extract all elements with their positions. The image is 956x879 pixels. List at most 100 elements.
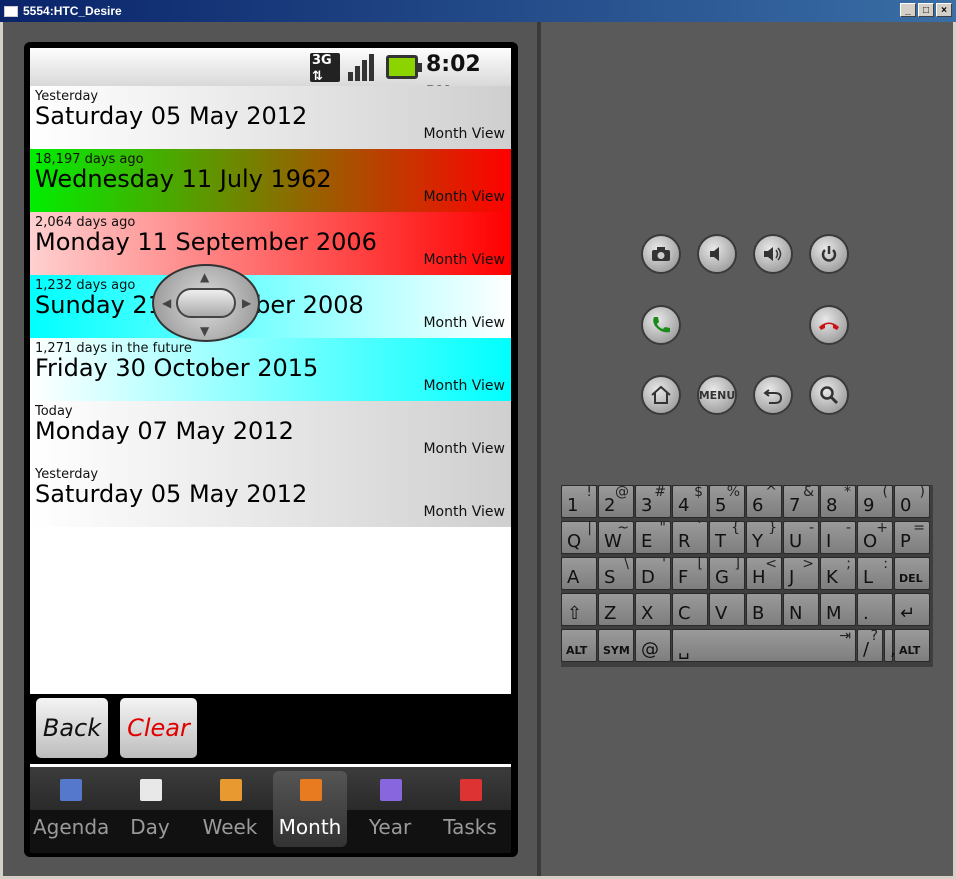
- dpad-center-button[interactable]: [176, 288, 236, 318]
- key-secondary-label: }: [768, 520, 777, 536]
- minimize-button[interactable]: _: [900, 3, 916, 17]
- key-4[interactable]: 4 $: [672, 484, 708, 518]
- key-label: G: [715, 567, 729, 588]
- call-icon: [653, 317, 670, 333]
- date-list-item[interactable]: 1,271 days in the future Friday 30 Octobe…: [30, 338, 511, 401]
- date-list-item[interactable]: 2,064 days ago Monday 11 September 2006 Mo…: [30, 212, 511, 275]
- month-view-link[interactable]: Month View: [423, 378, 505, 394]
- day-icon: [140, 779, 162, 801]
- search-hw-button[interactable]: [809, 375, 849, 415]
- menu-button[interactable]: MENU: [697, 375, 737, 415]
- end-call-button[interactable]: [809, 305, 849, 345]
- key-h[interactable]: H <: [746, 556, 782, 590]
- key-r[interactable]: R `: [672, 520, 708, 554]
- dpad-right-icon[interactable]: ▶: [242, 296, 251, 310]
- key-at[interactable]: @: [635, 629, 671, 662]
- key-label: DEL: [899, 572, 923, 585]
- tab-agenda[interactable]: Agenda: [33, 767, 109, 853]
- key-secondary-label: \: [624, 556, 629, 572]
- key-label: H: [752, 567, 766, 588]
- key-u[interactable]: U-: [783, 520, 819, 554]
- key-7[interactable]: 7 &: [783, 484, 819, 518]
- date-list-item[interactable]: 18,197 days ago Wednesday 11 July 1962 Mon…: [30, 149, 511, 212]
- agenda-icon: [60, 779, 82, 801]
- key-j[interactable]: J >: [783, 556, 819, 590]
- alt-key-right[interactable]: ALT: [894, 629, 930, 662]
- key-6[interactable]: 6 ^: [746, 484, 782, 518]
- key-0[interactable]: 0): [894, 484, 930, 518]
- key-n[interactable]: N: [783, 593, 819, 626]
- volume-up-button[interactable]: [753, 234, 793, 274]
- key-5[interactable]: 5%: [709, 484, 745, 518]
- key-x[interactable]: X: [635, 593, 671, 626]
- key-c[interactable]: C: [672, 593, 708, 626]
- month-view-link[interactable]: Month View: [423, 504, 505, 520]
- key-f[interactable]: F[: [672, 556, 708, 590]
- key-y[interactable]: Y}: [746, 520, 782, 554]
- key-k[interactable]: K;: [820, 556, 856, 590]
- back-hw-button[interactable]: [753, 375, 793, 415]
- tab-month[interactable]: Month: [273, 771, 347, 847]
- key-label: /: [863, 639, 870, 660]
- window-titlebar: 5554:HTC_Desire _ □ ×: [0, 0, 956, 22]
- month-view-link[interactable]: Month View: [423, 189, 505, 205]
- shift-key[interactable]: ⇧: [561, 593, 597, 626]
- month-view-link[interactable]: Month View: [423, 441, 505, 457]
- key-o[interactable]: O +: [857, 520, 893, 554]
- delete-key[interactable]: DEL: [894, 557, 930, 590]
- key-b[interactable]: B: [746, 593, 782, 626]
- key-g[interactable]: G]: [709, 556, 745, 590]
- key-p[interactable]: P =: [894, 520, 930, 554]
- date-list-item[interactable]: 1,232 days agoSunday 21 December 2008Mon…: [30, 275, 511, 338]
- key-i[interactable]: I-: [820, 520, 856, 554]
- call-button[interactable]: [641, 305, 681, 345]
- tab-day[interactable]: Day: [113, 767, 187, 853]
- key-v[interactable]: V: [709, 593, 745, 626]
- date-list-item[interactable]: Yesterday Saturday 05 May 2012 Month View: [30, 86, 511, 149]
- dpad-left-icon[interactable]: ◀: [162, 296, 171, 310]
- home-button[interactable]: [641, 375, 681, 415]
- date-label: Wednesday 11 July 1962: [35, 165, 332, 193]
- tab-year[interactable]: Year: [353, 767, 427, 853]
- back-button[interactable]: Back: [36, 698, 108, 758]
- clear-button[interactable]: Clear: [120, 698, 197, 758]
- tab-tasks[interactable]: Tasks: [433, 767, 507, 853]
- month-view-link[interactable]: Month View: [423, 126, 505, 142]
- dpad[interactable]: ▲ ▼ ◀ ▶: [152, 264, 260, 342]
- space-key[interactable]: ␣ ⇥: [672, 628, 856, 662]
- month-view-link[interactable]: Month View: [423, 315, 505, 331]
- key-1[interactable]: 1!: [561, 484, 597, 518]
- maximize-button[interactable]: □: [918, 3, 934, 17]
- key-period[interactable]: .: [857, 593, 893, 626]
- key-label: 9: [863, 495, 875, 516]
- key-w[interactable]: W ~: [598, 520, 634, 554]
- key-d[interactable]: D ': [635, 556, 671, 590]
- key-slash[interactable]: /?: [857, 628, 883, 662]
- camera-button[interactable]: [641, 234, 681, 274]
- power-button[interactable]: [809, 234, 849, 274]
- key-m[interactable]: M: [820, 593, 856, 626]
- volume-down-button[interactable]: [697, 234, 737, 274]
- key-2[interactable]: 2 @: [598, 484, 634, 518]
- tab-week[interactable]: Week: [193, 767, 267, 853]
- month-view-link[interactable]: Month View: [423, 252, 505, 268]
- dpad-down-icon[interactable]: ▼: [200, 324, 209, 338]
- date-list-item[interactable]: Yesterday Saturday 05 May 2012 Month View: [30, 464, 511, 527]
- dpad-up-icon[interactable]: ▲: [200, 270, 209, 284]
- key-a[interactable]: A: [561, 557, 597, 590]
- key-3[interactable]: 3 #: [635, 484, 671, 518]
- date-list-item[interactable]: Today Monday 07 May 2012 Month View: [30, 401, 511, 464]
- alt-key-left[interactable]: ALT: [561, 629, 597, 662]
- key-z[interactable]: Z: [598, 593, 634, 626]
- sym-key[interactable]: SYM: [598, 629, 634, 662]
- key-9[interactable]: 9(: [857, 484, 893, 518]
- key-t[interactable]: T{: [709, 520, 745, 554]
- close-button[interactable]: ×: [936, 3, 952, 17]
- key-l[interactable]: L:: [857, 556, 893, 590]
- enter-key[interactable]: ↵: [894, 593, 930, 626]
- key-s[interactable]: S \: [598, 556, 634, 590]
- key-8[interactable]: 8 *: [820, 484, 856, 518]
- key-e[interactable]: E ": [635, 520, 671, 554]
- key-comma[interactable]: ,: [884, 629, 896, 662]
- key-q[interactable]: Q |: [561, 520, 597, 554]
